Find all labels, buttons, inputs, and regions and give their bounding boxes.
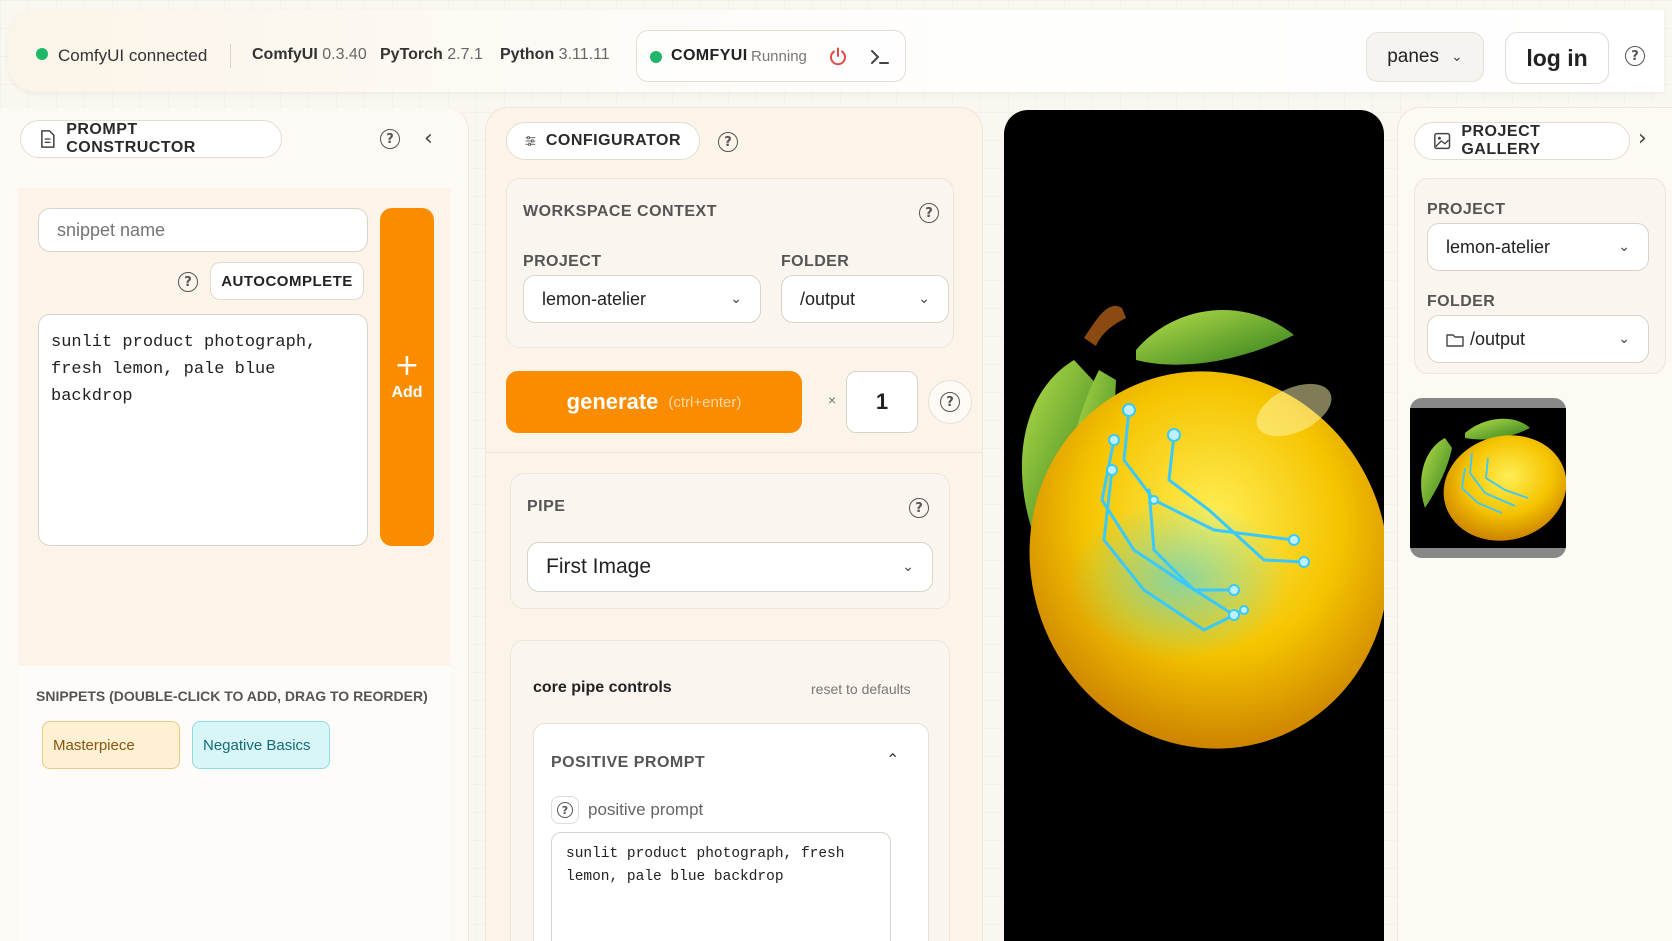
project-select[interactable]: lemon-atelier ⌄ — [523, 275, 761, 323]
autocomplete-button[interactable]: AUTOCOMPLETE — [210, 262, 364, 300]
divider — [230, 44, 231, 68]
snippet-editor-area: ? AUTOCOMPLETE sunlit product photograph… — [18, 188, 450, 666]
batch-count-input[interactable]: 1 — [846, 371, 918, 433]
configurator-panel: CONFIGURATOR ? WORKSPACE CONTEXT ? PROJE… — [486, 108, 982, 941]
sliders-icon — [525, 136, 536, 146]
workspace-context-card: WORKSPACE CONTEXT ? PROJECT FOLDER lemon… — [506, 178, 954, 348]
document-icon — [41, 130, 55, 148]
prompt-textarea[interactable]: sunlit product photograph, fresh lemon, … — [38, 314, 368, 546]
positive-prompt-label: positive prompt — [588, 800, 704, 819]
panes-dropdown[interactable]: panes ⌄ — [1366, 32, 1484, 82]
core-pipe-controls-card: core pipe controls reset to defaults POS… — [510, 640, 950, 941]
chevron-down-icon: ⌄ — [1451, 49, 1463, 65]
image-preview[interactable] — [1004, 110, 1384, 941]
project-label: PROJECT — [523, 253, 602, 270]
chevron-down-icon: ⌄ — [1618, 239, 1630, 255]
chevron-up-icon[interactable]: ⌃ — [886, 750, 899, 769]
chevron-down-icon: ⌄ — [1618, 331, 1630, 347]
folder-icon — [1446, 333, 1464, 347]
gallery-folder-select[interactable]: /output ⌄ — [1427, 315, 1649, 363]
version-pytorch: PyTorch 2.7.1 — [380, 46, 483, 63]
positive-prompt-help[interactable]: ? — [551, 796, 579, 824]
positive-prompt-section: POSITIVE PROMPT ⌃ ? positive prompt sunl… — [533, 723, 929, 941]
chevron-down-icon: ⌄ — [902, 559, 914, 575]
project-gallery-title: PROJECT GALLERY — [1414, 122, 1630, 160]
panes-label: panes — [1387, 46, 1440, 67]
snippets-section: SNIPPETS (DOUBLE-CLICK TO ADD, DRAG TO R… — [18, 666, 450, 941]
help-icon[interactable]: ? — [1625, 46, 1645, 66]
positive-prompt-textarea[interactable]: sunlit product photograph, fresh lemon, … — [551, 832, 891, 941]
server-name: COMFYUI — [671, 47, 748, 64]
positive-prompt-title: POSITIVE PROMPT — [551, 754, 706, 771]
help-icon[interactable]: ? — [909, 498, 929, 518]
help-icon: ? — [940, 392, 960, 412]
project-gallery-panel: PROJECT GALLERY › PROJECT lemon-atelier … — [1398, 108, 1672, 941]
plus-icon: + — [394, 348, 420, 383]
pipe-title: PIPE — [527, 498, 566, 515]
power-icon[interactable] — [827, 46, 849, 68]
pipe-select[interactable]: First Image ⌄ — [527, 542, 933, 592]
chevron-down-icon: ⌄ — [730, 291, 742, 307]
help-icon[interactable]: ? — [380, 129, 400, 149]
gallery-project-select[interactable]: lemon-atelier ⌄ — [1427, 223, 1649, 271]
add-label: Add — [391, 384, 423, 401]
reset-defaults-link[interactable]: reset to defaults — [811, 681, 911, 697]
add-snippet-button[interactable]: + Add — [380, 208, 434, 546]
collapse-right-icon[interactable]: › — [1638, 126, 1647, 151]
help-icon: ? — [557, 802, 573, 818]
configurator-title: CONFIGURATOR — [506, 122, 700, 160]
prompt-constructor-panel: PROMPT CONSTRUCTOR ? ‹ ? AUTOCOMPLETE su… — [0, 108, 468, 941]
login-button[interactable]: log in — [1505, 32, 1609, 84]
gallery-project-label: PROJECT — [1427, 201, 1506, 218]
help-icon[interactable]: ? — [178, 272, 198, 292]
gallery-filter-card: PROJECT lemon-atelier ⌄ FOLDER /output ⌄ — [1414, 178, 1666, 374]
folder-label: FOLDER — [781, 253, 850, 270]
snippet-chip[interactable]: Masterpiece — [42, 721, 180, 769]
snippet-name-input[interactable] — [38, 208, 368, 252]
terminal-icon[interactable] — [869, 47, 891, 67]
lemon-image — [1021, 305, 1384, 749]
connection-status-dot — [36, 48, 48, 60]
image-icon — [1434, 132, 1451, 150]
workspace-context-title: WORKSPACE CONTEXT — [523, 203, 717, 220]
generate-button[interactable]: generate (ctrl+enter) — [506, 371, 802, 433]
pipe-card: PIPE ? First Image ⌄ — [510, 473, 950, 609]
help-icon[interactable]: ? — [718, 132, 738, 152]
folder-select[interactable]: /output ⌄ — [781, 275, 949, 323]
gallery-folder-label: FOLDER — [1427, 293, 1496, 310]
divider — [486, 452, 982, 453]
collapse-left-icon[interactable]: ‹ — [424, 126, 433, 151]
chevron-down-icon: ⌄ — [918, 291, 930, 307]
connection-status-text: ComfyUI connected — [58, 46, 208, 65]
snippets-heading: SNIPPETS (DOUBLE-CLICK TO ADD, DRAG TO R… — [36, 688, 428, 704]
lemon-thumbnail — [1410, 408, 1566, 548]
server-status-pill: COMFYUI Running — [636, 30, 906, 82]
help-icon[interactable]: ? — [919, 203, 939, 223]
core-controls-title: core pipe controls — [533, 679, 672, 696]
gallery-thumbnail[interactable] — [1410, 398, 1566, 558]
version-comfyui: ComfyUI 0.3.40 — [252, 46, 367, 63]
prompt-constructor-title: PROMPT CONSTRUCTOR — [20, 120, 282, 158]
multiplier-symbol: × — [828, 392, 837, 408]
top-bar: ComfyUI connected ComfyUI 0.3.40 PyTorch… — [8, 10, 1664, 92]
snippet-chip[interactable]: Negative Basics — [192, 721, 330, 769]
generate-help-button[interactable]: ? — [928, 380, 972, 424]
server-status-dot — [650, 51, 662, 63]
version-python: Python 3.11.11 — [500, 46, 610, 63]
server-state: Running — [751, 48, 807, 65]
